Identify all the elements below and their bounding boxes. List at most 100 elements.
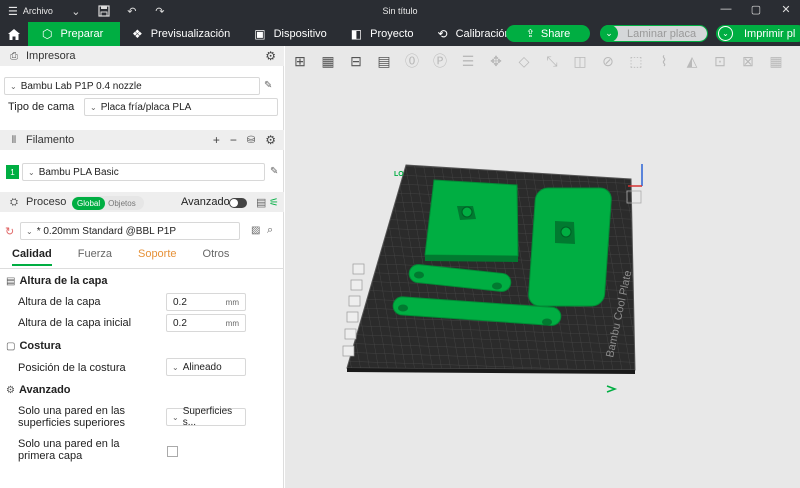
layer-height-group: ▤ Altura de la capa [6, 275, 108, 287]
process-compare-icon[interactable]: ▤ [256, 196, 266, 209]
global-objects-toggle[interactable]: Global Objetos [72, 196, 144, 210]
single-wall-top-select[interactable]: ⌄ Superficies s... [166, 406, 246, 428]
build-plate-scene: LO Bambu Cool Plate [342, 164, 643, 393]
plate-lock-icon[interactable] [350, 279, 363, 291]
print-dropdown-chevron-icon[interactable]: ⌄ [718, 26, 733, 41]
bed-type-select[interactable]: ⌄ Placa fría/placa PLA [84, 98, 278, 116]
menu-chevron-down-icon[interactable]: ⌄ [69, 4, 83, 18]
seam-group-title: Costura [19, 340, 62, 352]
calibration-icon: ⟲ [437, 27, 448, 41]
seam-position-label: Posición de la costura [18, 362, 126, 374]
tab-calibration-label: Calibración [455, 28, 511, 40]
advanced-switch[interactable] [229, 198, 247, 208]
redo-icon[interactable]: ↷ [153, 4, 167, 18]
tab-device[interactable]: ▣ Dispositivo [242, 22, 339, 46]
plate-next-arrow-icon[interactable] [606, 385, 618, 393]
printer-section-header: ⎙ Impresora ⚙ [0, 46, 284, 66]
slice-plate-label: Laminar placa [627, 27, 697, 40]
advanced-label: Avanzado [181, 196, 230, 208]
single-wall-top-label: Solo una pared en las superficies superi… [18, 405, 125, 429]
close-icon[interactable]: ✕ [778, 3, 794, 16]
filament-edit-icon[interactable]: ✎ [270, 166, 278, 177]
printer-select[interactable]: ⌄ Bambu Lab P1P 0.4 nozzle [4, 77, 260, 95]
model-block-1[interactable] [424, 179, 519, 262]
layer-height-input[interactable]: 0.2 mm [166, 293, 246, 311]
filament-name: Bambu PLA Basic [38, 166, 119, 178]
reset-preset-icon[interactable]: ↻ [5, 225, 14, 238]
plate-settings-icon[interactable] [348, 295, 361, 307]
home-icon [8, 28, 20, 40]
process-tune-icon[interactable]: ⚟ [269, 196, 279, 209]
bed-type-label: Tipo de cama [8, 101, 75, 113]
chevron-down-icon: ⌄ [172, 362, 179, 372]
tab-support[interactable]: Soporte [138, 248, 177, 266]
toggle-objects[interactable]: Objetos [105, 197, 139, 210]
filament-select[interactable]: ⌄ Bambu PLA Basic [22, 163, 265, 181]
search-icon[interactable]: ⌕ [267, 224, 273, 237]
advanced-group-title: Avanzado [18, 384, 71, 396]
plate-view-icon[interactable] [352, 263, 365, 275]
layer-height-label: Altura de la capa [18, 296, 101, 308]
tabs-divider [0, 268, 284, 269]
plate-index-label: LO [394, 171, 404, 178]
share-button[interactable]: ⇪ Share [506, 25, 590, 42]
prepare-cube-icon: ⬡ [42, 27, 53, 41]
filament-sync-icon[interactable]: ⛁ [247, 135, 255, 146]
share-icon: ⇪ [525, 28, 535, 40]
minimize-icon[interactable]: — [718, 3, 734, 16]
single-wall-top-label-line1: Solo una pared en las [18, 405, 126, 417]
add-filament-icon[interactable]: + [213, 133, 220, 147]
layer-height-group-title: Altura de la capa [19, 275, 108, 287]
tab-others[interactable]: Otros [203, 248, 230, 266]
bed-type-value: Placa fría/placa PLA [100, 101, 192, 113]
filament-settings-gear-icon[interactable]: ⚙ [265, 133, 276, 147]
process-tabs: Calidad Fuerza Soporte Otros [0, 248, 284, 266]
single-wall-first-checkbox[interactable] [167, 446, 178, 457]
printer-settings-gear-icon[interactable]: ⚙ [265, 49, 276, 63]
chevron-down-icon: ⌄ [172, 412, 179, 422]
project-book-icon: ◧ [350, 27, 363, 41]
printer-edit-icon[interactable]: ✎ [264, 80, 272, 91]
tab-quality[interactable]: Calidad [12, 248, 52, 266]
process-section-title: Proceso [26, 196, 67, 208]
tab-prepare[interactable]: ⬡ Preparar [28, 22, 120, 46]
seam-position-select[interactable]: ⌄ Alineado [166, 358, 246, 376]
remove-filament-icon[interactable]: − [230, 133, 237, 147]
filament-slot-badge[interactable]: 1 [6, 165, 19, 179]
plate-delete-icon[interactable] [342, 345, 355, 357]
single-wall-first-label-line1: Solo una pared en la [18, 438, 120, 450]
printer-section-title: Impresora [26, 50, 76, 62]
home-button[interactable] [0, 22, 28, 46]
seam-position-value: Alineado [182, 361, 222, 373]
initial-layer-height-input[interactable]: 0.2 mm [166, 314, 246, 332]
single-wall-top-label-line2: superficies superiores [18, 417, 125, 429]
tab-preview-label: Previsualización [150, 28, 231, 40]
undo-icon[interactable]: ↶ [125, 4, 139, 18]
plate-arrange-icon[interactable] [346, 311, 359, 323]
advanced-group: ⚙ Avanzado [6, 384, 71, 396]
chevron-down-icon: ⌄ [26, 226, 33, 236]
process-preset-select[interactable]: ⌄ * 0.20mm Standard @BBL P1P [20, 222, 240, 240]
toggle-global[interactable]: Global [72, 196, 106, 210]
process-layers-icon: ⛭ [10, 196, 18, 208]
plate-orient-icon[interactable] [344, 328, 357, 340]
preview-cubes-icon: ❖ [132, 27, 143, 41]
slice-dropdown-chevron-icon[interactable]: ⌄ [600, 25, 618, 42]
tab-device-label: Dispositivo [273, 28, 327, 40]
maximize-icon[interactable]: ▢ [748, 3, 764, 16]
tab-strength[interactable]: Fuerza [78, 248, 112, 266]
filament-spool-icon: ⦀ [11, 134, 17, 146]
tab-project[interactable]: ◧ Proyecto [339, 22, 426, 46]
tab-preview[interactable]: ❖ Previsualización [120, 22, 242, 46]
file-menu-label: Archivo [22, 6, 53, 16]
hamburger-menu-icon: ☰ [8, 5, 18, 18]
file-menu[interactable]: ☰ Archivo [0, 5, 53, 18]
chevron-down-icon: ⌄ [90, 102, 97, 112]
model-block-2[interactable] [528, 187, 612, 307]
save-icon[interactable] [97, 4, 111, 18]
3d-viewport[interactable]: ⊞ ▦ ⊟ ▤ ⓪ Ⓟ ☰ ✥ ◇ ⤡ ◫ ⊘ ⬚ ⌇ ◭ ⊡ ⊠ ▦ LO B… [285, 46, 800, 488]
main-toolbar: ⬡ Preparar ❖ Previsualización ▣ Disposit… [0, 22, 800, 46]
save-preset-icon[interactable]: ▨ [251, 225, 260, 236]
filament-section-header: ⦀ Filamento + − ⛁ ⚙ [0, 130, 284, 150]
advanced-gear-icon: ⚙ [6, 384, 15, 396]
